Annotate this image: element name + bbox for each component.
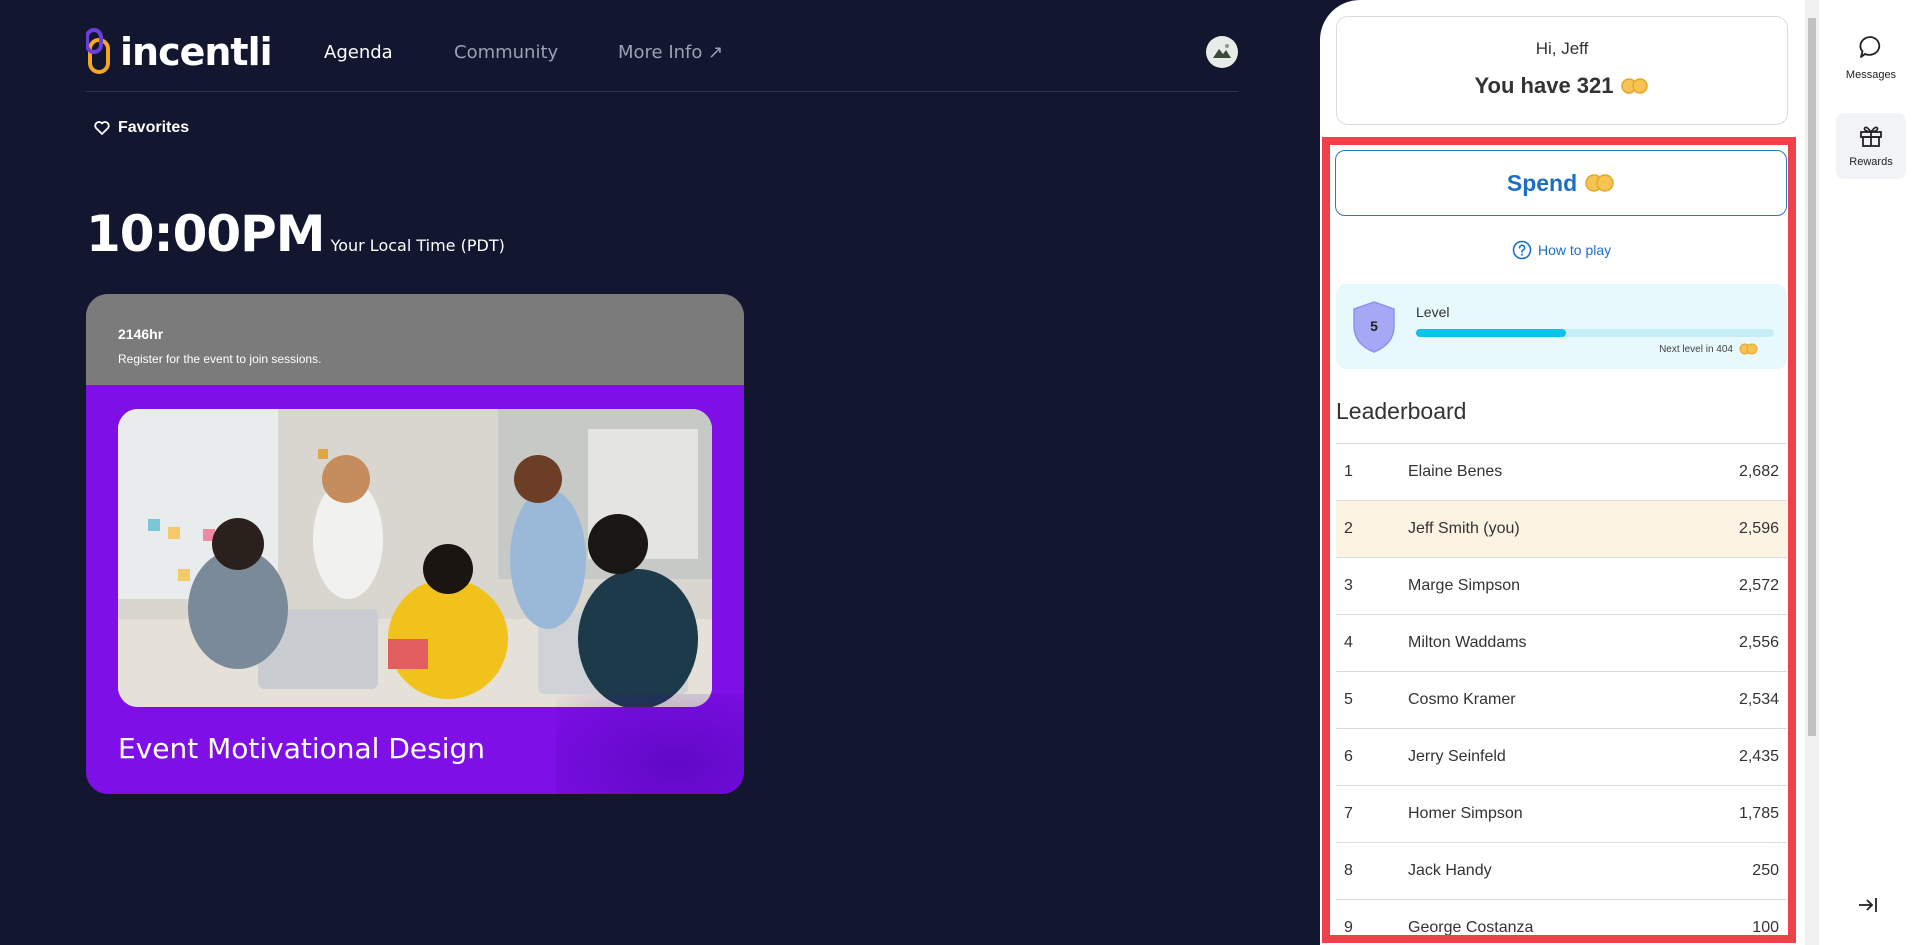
coin-icon [1585,174,1614,192]
next-level-info: Next level in 404 [1659,343,1759,355]
leaderboard-rank: 1 [1344,463,1353,480]
level-number: 5 [1370,318,1378,334]
nav-community[interactable]: Community [454,42,558,63]
spend-label: Spend [1506,169,1578,196]
clock-time: 10:00PM [86,205,326,263]
leaderboard-row: 2 Jeff Smith (you) 2,596 [1336,500,1787,557]
how-to-play-link[interactable]: How to play [1512,240,1611,260]
coin-icon [1739,343,1758,355]
level-progress-bar [1416,329,1774,337]
chat-bubble-icon [1859,36,1881,58]
local-clock: 10:00PM Your Local Time (PDT) [86,205,505,263]
leaderboard-name: Elaine Benes [1408,463,1503,480]
favorites-label: Favorites [118,119,190,136]
avatar[interactable] [1206,36,1238,68]
question-circle-icon [1512,240,1532,260]
leaderboard-row: 6 Jerry Seinfeld 2,435 [1336,728,1787,785]
rail-rewards-label: Rewards [1849,156,1893,168]
brand-name: incentli [120,30,273,74]
nav-agenda[interactable]: Agenda [324,42,393,63]
leaderboard-rank: 5 [1344,691,1353,708]
heart-icon [94,121,110,135]
leaderboard-name: Cosmo Kramer [1408,691,1516,708]
clock-zone-label: Your Local Time (PDT) [330,236,505,255]
leaderboard-title: Leaderboard [1336,398,1467,424]
spend-button[interactable]: Spend [1335,150,1787,216]
panel-scrollbar[interactable] [1805,0,1819,945]
leaderboard-rank: 9 [1344,919,1353,936]
leaderboard-row: 8 Jack Handy 250 [1336,842,1787,899]
leaderboard-name: Marge Simpson [1408,577,1521,594]
wallet-balance: You have 321 [1337,73,1787,99]
rail-messages[interactable]: Messages [1836,34,1906,94]
leaderboard-rank: 2 [1344,520,1353,537]
leaderboard-row: 9 George Costanza 100 [1336,899,1787,945]
wallet-greeting: Hi, Jeff [1535,39,1589,58]
leaderboard-name: Milton Waddams [1408,634,1527,651]
leaderboard-name: Jerry Seinfeld [1408,748,1506,765]
leaderboard-name: Jack Handy [1408,862,1492,879]
scrollbar-thumb[interactable] [1808,18,1816,736]
event-photo [118,409,712,707]
level-card: 5 Level Next level in 404 [1336,284,1787,369]
leaderboard-points: 100 [1752,919,1779,936]
rewards-panel: Hi, Jeff You have 321 Spend How to play … [1320,0,1820,945]
event-register-note: Register for the event to join sessions. [118,352,322,366]
wallet-card: Hi, Jeff You have 321 [1336,16,1788,125]
side-rail: Messages Rewards [1820,0,1920,945]
event-status-bar: 2146hr Register for the event to join se… [86,294,744,385]
event-title-glow [556,694,744,794]
gift-icon [1860,126,1882,147]
leaderboard-points: 2,572 [1738,577,1779,594]
collapse-panel-button[interactable] [1856,893,1880,922]
leaderboard-row: 1 Elaine Benes 2,682 [1336,443,1787,500]
leaderboard-row: 4 Milton Waddams 2,556 [1336,614,1787,671]
nav-more-info[interactable]: More Info ↗ [618,42,723,63]
event-card[interactable]: 2146hr Register for the event to join se… [86,294,744,794]
leaderboard-rank: 6 [1344,748,1353,765]
leaderboard-rank: 4 [1344,634,1353,651]
favorites-link[interactable]: Favorites [94,119,189,137]
leaderboard-name: Jeff Smith (you) [1408,520,1520,537]
leaderboard-points: 2,596 [1738,520,1779,537]
rail-rewards[interactable]: Rewards [1836,113,1906,179]
leaderboard-points: 2,534 [1738,691,1779,708]
leaderboard-points: 1,785 [1738,805,1779,822]
leaderboard-row: 5 Cosmo Kramer 2,534 [1336,671,1787,728]
rail-messages-label: Messages [1845,69,1897,81]
level-label: Level [1416,304,1450,320]
top-navigation: incentli Agenda Community More Info ↗ [85,0,1238,92]
leaderboard-name: Homer Simpson [1408,805,1523,822]
leaderboard-rank: 8 [1344,862,1353,879]
next-level-text: Next level in 404 [1659,343,1733,355]
leaderboard-table: 1 Elaine Benes 2,682 2 Jeff Smith (you) 2,596… [1336,443,1787,945]
leaderboard-rank: 3 [1344,577,1353,594]
leaderboard-row: 7 Homer Simpson 1,785 [1336,785,1787,842]
coin-icon [1620,78,1648,94]
leaderboard-points: 2,556 [1738,634,1779,651]
brand-logo[interactable]: incentli [85,28,273,76]
leaderboard-rank: 7 [1344,805,1353,822]
how-to-play-label: How to play [1538,242,1612,258]
leaderboard-name: George Costanza [1408,919,1534,936]
collapse-right-icon [1859,898,1877,912]
level-progress-fill [1416,329,1567,337]
leaderboard-points: 2,435 [1738,748,1779,765]
leaderboard-points: 2,682 [1738,463,1779,480]
logo-mark-icon [85,28,114,76]
event-title[interactable]: Event Motivational Design [118,732,485,765]
wallet-balance-text: You have 321 [1474,73,1614,98]
leaderboard-points: 250 [1752,862,1779,879]
leaderboard-row: 3 Marge Simpson 2,572 [1336,557,1787,614]
event-hours: 2146hr [118,326,164,342]
